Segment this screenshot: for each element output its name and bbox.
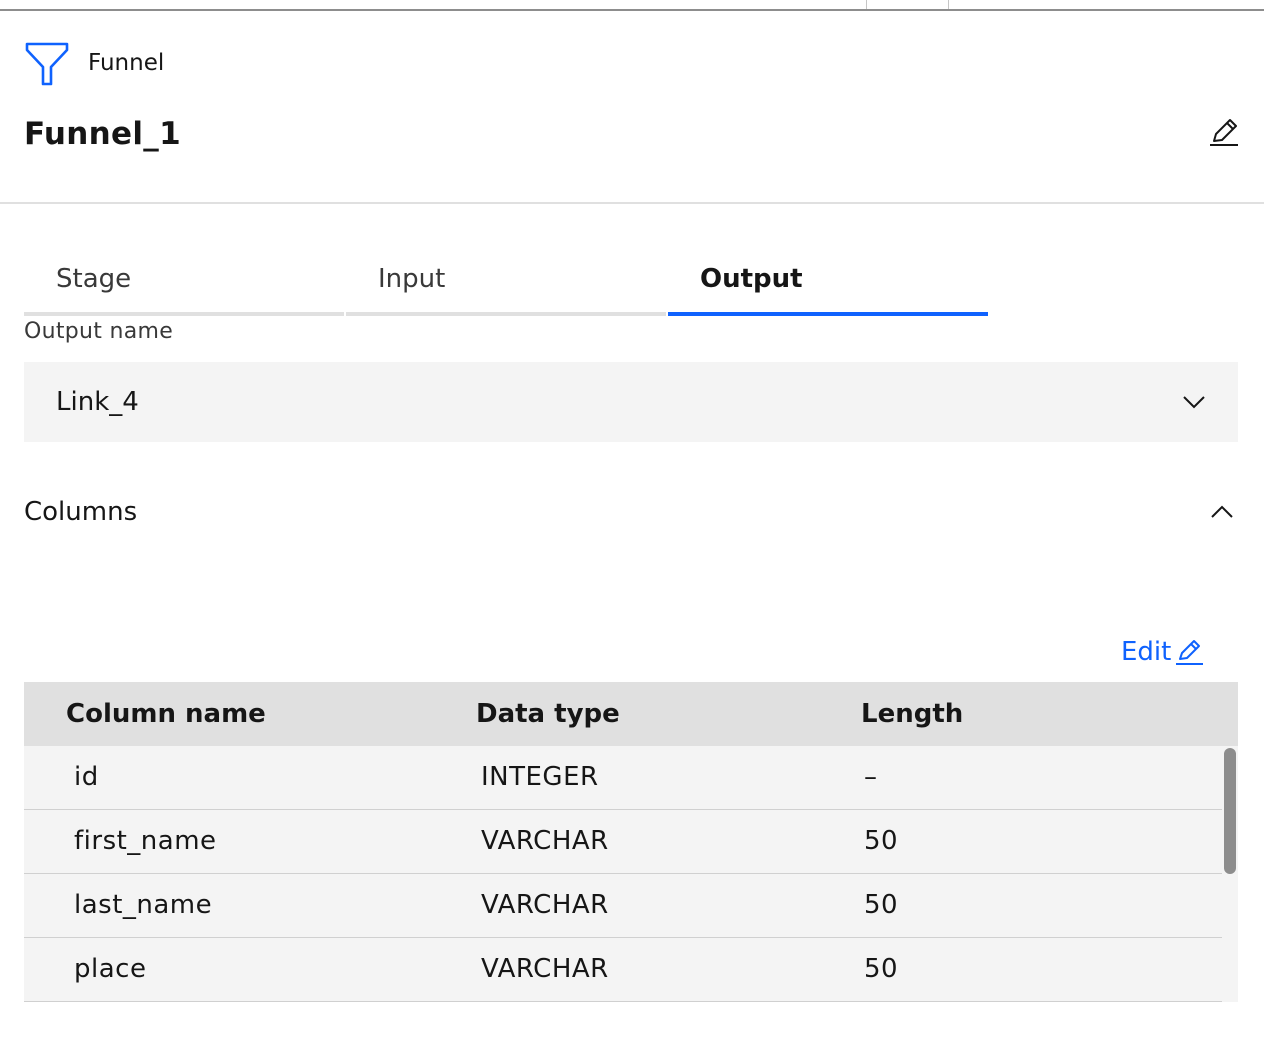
- tab-list: Stage Input Output: [24, 253, 988, 316]
- edit-columns-link[interactable]: Edit: [1121, 632, 1205, 672]
- cell-length: 50: [864, 954, 899, 984]
- output-name-label: Output name: [24, 319, 174, 344]
- cell-column-name: first_name: [74, 826, 217, 856]
- cell-column-name: id: [74, 762, 99, 792]
- table-body: id INTEGER – first_name VARCHAR 50 last_…: [24, 746, 1222, 1002]
- tab-label: Stage: [56, 264, 132, 294]
- columns-section-label: Columns: [24, 497, 138, 527]
- cell-data-type: VARCHAR: [481, 890, 609, 920]
- node-type-label: Funnel: [88, 50, 165, 76]
- tab-label: Output: [700, 264, 803, 294]
- output-name-select[interactable]: Link_4: [24, 362, 1238, 442]
- tab-label: Input: [378, 264, 446, 294]
- cell-column-name: last_name: [74, 890, 213, 920]
- tab-indicator: [24, 312, 344, 316]
- cell-column-name: place: [74, 954, 147, 984]
- cell-length: –: [864, 762, 878, 792]
- cell-data-type: VARCHAR: [481, 954, 609, 984]
- chevron-up-icon: [1211, 505, 1233, 518]
- scrollbar-thumb[interactable]: [1224, 748, 1236, 874]
- column-header-length[interactable]: Length: [861, 698, 963, 730]
- column-header-name[interactable]: Column name: [66, 698, 266, 730]
- table-row[interactable]: id INTEGER –: [24, 746, 1222, 810]
- table-row[interactable]: first_name VARCHAR 50: [24, 810, 1222, 874]
- toolbar-divider: [948, 0, 949, 9]
- cell-length: 50: [864, 826, 899, 856]
- columns-table: Column name Data type Length id INTEGER …: [24, 682, 1238, 1002]
- tab-stage[interactable]: Stage: [24, 253, 344, 316]
- column-header-type[interactable]: Data type: [476, 698, 620, 730]
- tab-input[interactable]: Input: [346, 253, 666, 316]
- node-title: Funnel_1: [24, 116, 181, 152]
- tab-output[interactable]: Output: [668, 253, 988, 316]
- edit-columns-label: Edit: [1121, 637, 1172, 667]
- tab-indicator: [668, 312, 988, 316]
- toolbar-divider: [866, 0, 867, 9]
- panel-header: Funnel Funnel_1: [0, 11, 1264, 204]
- pencil-icon: [1176, 640, 1204, 665]
- cell-data-type: VARCHAR: [481, 826, 609, 856]
- table-header: Column name Data type Length: [24, 682, 1238, 746]
- funnel-icon: [25, 42, 69, 86]
- table-row[interactable]: last_name VARCHAR 50: [24, 874, 1222, 938]
- tab-indicator: [346, 312, 666, 316]
- pencil-icon[interactable]: [1206, 114, 1242, 150]
- chevron-down-icon: [1183, 396, 1205, 409]
- table-row[interactable]: place VARCHAR 50: [24, 938, 1222, 1002]
- cell-length: 50: [864, 890, 899, 920]
- output-name-value: Link_4: [56, 387, 139, 417]
- top-toolbar-edge: [0, 0, 1264, 11]
- columns-accordion-header[interactable]: Columns: [24, 486, 1238, 542]
- cell-data-type: INTEGER: [481, 762, 599, 792]
